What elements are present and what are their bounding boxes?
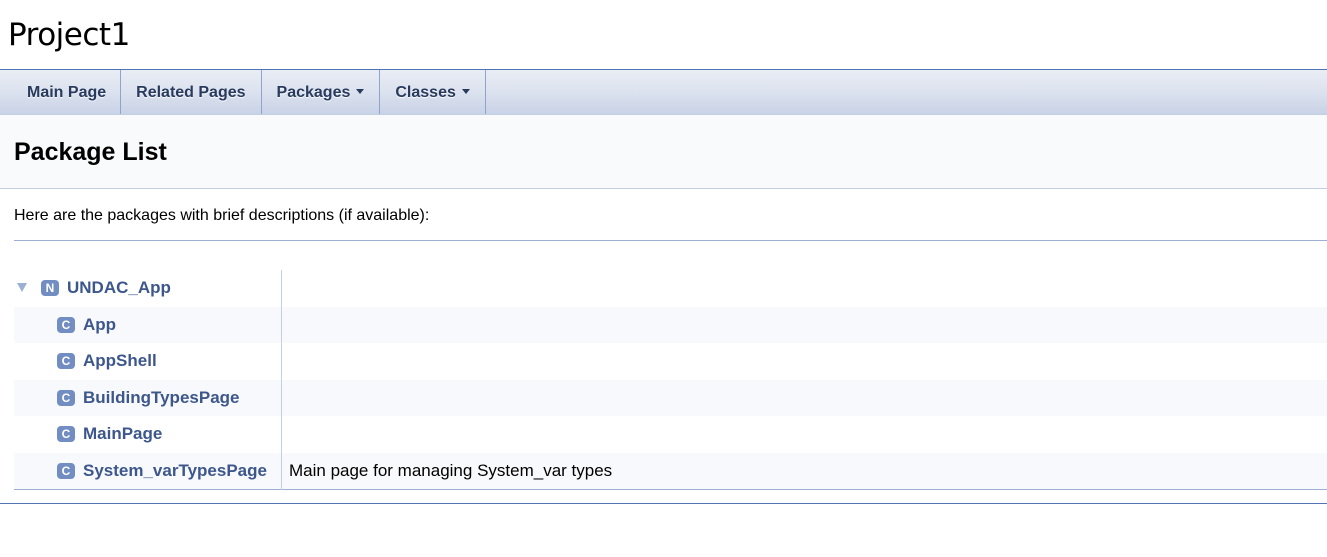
tree-description — [282, 270, 1327, 307]
class-link-appshell[interactable]: AppShell — [83, 351, 157, 370]
tab-label: Packages — [276, 84, 351, 101]
nav-bar: Main Page Related Pages Packages Classes — [0, 70, 1327, 115]
intro-text: Here are the packages with brief descrip… — [14, 207, 430, 224]
tree-entry: C AppShell — [14, 343, 282, 380]
tree-entry: C BuildingTypesPage — [14, 379, 282, 416]
table-row: C BuildingTypesPage — [14, 379, 1327, 416]
class-badge-icon: C — [57, 389, 75, 406]
tab-label: Related Pages — [136, 84, 246, 101]
package-link-undac-app[interactable]: UNDAC_App — [67, 278, 171, 297]
triangle-down-icon[interactable] — [17, 283, 27, 293]
tab-label: Classes — [395, 84, 456, 101]
package-tree-table: N UNDAC_App C App C AppShell C BuildingTypes… — [14, 270, 1327, 490]
page-header — [0, 115, 1327, 189]
footer-divider — [0, 503, 1327, 504]
namespace-badge-icon: N — [41, 280, 59, 297]
class-link-mainpage[interactable]: MainPage — [83, 424, 162, 443]
tree-description — [282, 343, 1327, 380]
table-row: C App — [14, 306, 1327, 343]
tab-main-page[interactable]: Main Page — [0, 70, 122, 114]
tree-entry: C MainPage — [14, 416, 282, 453]
tab-related-pages[interactable]: Related Pages — [121, 70, 262, 114]
class-link-system-vartypespage[interactable]: System_varTypesPage — [83, 461, 267, 480]
chevron-down-icon — [356, 89, 365, 94]
class-link-buildingtypespage[interactable]: BuildingTypesPage — [83, 388, 240, 407]
page-title: Package List — [14, 138, 167, 166]
tree-description — [281, 379, 1327, 416]
class-link-app[interactable]: App — [83, 315, 116, 334]
tree-description — [282, 416, 1327, 453]
tab-label: Main Page — [27, 84, 107, 101]
tree-entry: C App — [14, 306, 282, 343]
project-name: Project1 — [8, 17, 130, 53]
tab-packages[interactable]: Packages — [262, 70, 381, 114]
title-area: Project1 — [0, 0, 1327, 70]
table-row: C AppShell — [14, 343, 1327, 380]
table-row: C System_varTypesPage Main page for manag… — [14, 452, 1327, 490]
tree-description: Main page for managing System_var types — [281, 452, 1327, 490]
class-badge-icon: C — [57, 462, 75, 479]
divider — [14, 240, 1327, 241]
tree-entry: N UNDAC_App — [14, 270, 282, 307]
chevron-down-icon — [461, 89, 470, 94]
class-badge-icon: C — [57, 426, 75, 443]
contents: Here are the packages with brief descrip… — [0, 189, 1327, 241]
table-row: N UNDAC_App — [14, 270, 1327, 307]
class-badge-icon: C — [57, 353, 75, 370]
class-badge-icon: C — [57, 316, 75, 333]
table-row: C MainPage — [14, 416, 1327, 453]
tab-classes[interactable]: Classes — [380, 70, 486, 114]
tree-description — [281, 306, 1327, 343]
tree-entry: C System_varTypesPage — [14, 452, 282, 490]
